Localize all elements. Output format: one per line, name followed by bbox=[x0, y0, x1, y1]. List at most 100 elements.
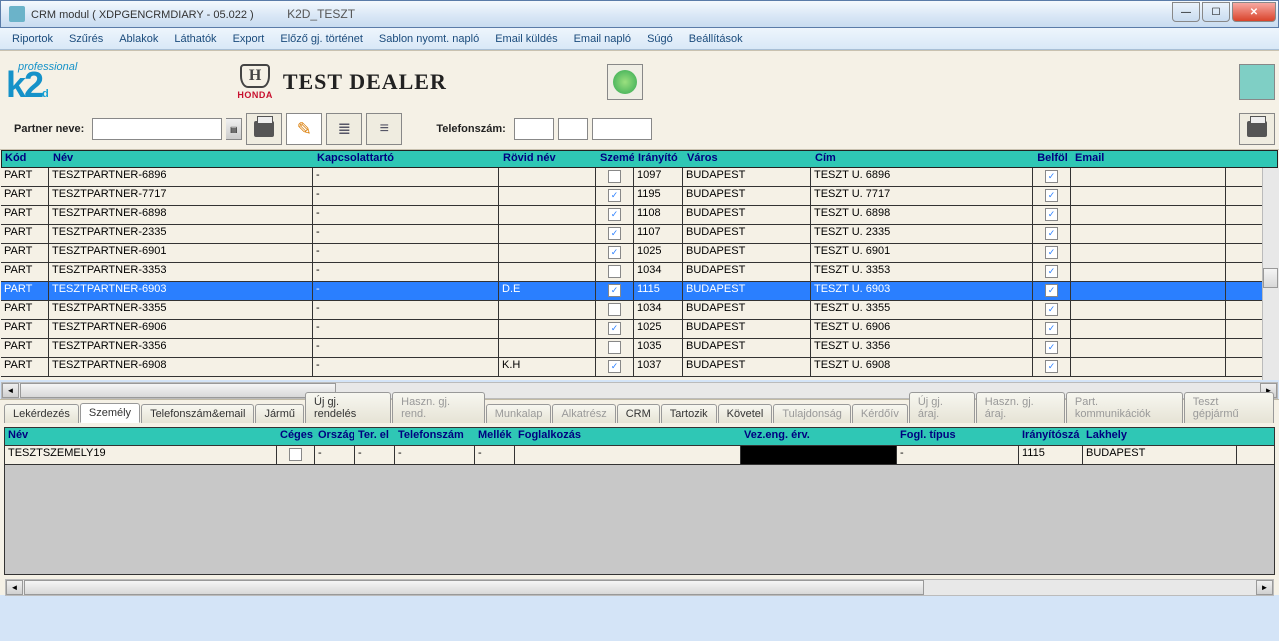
edit-button[interactable] bbox=[1239, 64, 1275, 100]
table-row[interactable]: PARTTESZTPARTNER-6896-1097BUDAPESTTESZT … bbox=[1, 168, 1278, 187]
menu-item-10[interactable]: Beállítások bbox=[681, 31, 751, 47]
telefon-input-3[interactable] bbox=[592, 118, 652, 140]
print-icon bbox=[254, 121, 274, 137]
col-kod[interactable]: Kód bbox=[2, 151, 50, 167]
tab-3[interactable]: Jármű bbox=[255, 404, 304, 423]
checkbox-icon[interactable] bbox=[608, 341, 621, 354]
filter-button-1[interactable]: ≣ bbox=[326, 113, 362, 145]
minimize-button[interactable]: — bbox=[1172, 2, 1200, 22]
tab-16: Teszt gépjármű bbox=[1184, 392, 1274, 423]
checkbox-icon[interactable]: ✓ bbox=[1045, 170, 1058, 183]
table-row[interactable]: PARTTESZTPARTNER-6898-✓1108BUDAPESTTESZT… bbox=[1, 206, 1278, 225]
table-row[interactable]: PARTTESZTPARTNER-6903-D.E✓1115BUDAPESTTE… bbox=[1, 282, 1278, 301]
checkbox-icon[interactable]: ✓ bbox=[1045, 360, 1058, 373]
tab-9[interactable]: Tartozik bbox=[661, 404, 717, 423]
horizontal-scrollbar-bottom[interactable]: ◄ ► bbox=[5, 579, 1274, 596]
telefon-input-2[interactable] bbox=[558, 118, 588, 140]
col-varos[interactable]: Város bbox=[684, 151, 812, 167]
checkbox-icon[interactable]: ✓ bbox=[1045, 246, 1058, 259]
checkbox-icon[interactable]: ✓ bbox=[1045, 284, 1058, 297]
checkbox-icon[interactable]: ✓ bbox=[608, 246, 621, 259]
dcol-foglalkozas[interactable]: Foglalkozás bbox=[515, 428, 741, 445]
tab-11: Tulajdonság bbox=[773, 404, 851, 423]
checkbox-icon[interactable]: ✓ bbox=[608, 322, 621, 335]
checkbox-icon[interactable]: ✓ bbox=[608, 284, 621, 297]
menu-item-8[interactable]: Email napló bbox=[566, 31, 639, 47]
dcol-telefon[interactable]: Telefonszám bbox=[395, 428, 475, 445]
checkbox-icon[interactable]: ✓ bbox=[608, 227, 621, 240]
tab-6: Munkalap bbox=[486, 404, 552, 423]
table-row[interactable]: PARTTESZTPARTNER-6901-✓1025BUDAPESTTESZT… bbox=[1, 244, 1278, 263]
menu-item-3[interactable]: Láthatók bbox=[166, 31, 224, 47]
partner-name-dropdown-icon[interactable]: ▤ bbox=[226, 118, 242, 140]
checkbox-icon[interactable]: ✓ bbox=[1045, 265, 1058, 278]
partner-name-input[interactable] bbox=[92, 118, 222, 140]
table-row[interactable]: PARTTESZTPARTNER-6906-✓1025BUDAPESTTESZT… bbox=[1, 320, 1278, 339]
print-button-1[interactable] bbox=[246, 113, 282, 145]
col-nev[interactable]: Név bbox=[50, 151, 314, 167]
print-button-2[interactable] bbox=[1239, 113, 1275, 145]
table-row[interactable]: PARTTESZTPARTNER-7717-✓1195BUDAPESTTESZT… bbox=[1, 187, 1278, 206]
col-szemely[interactable]: Szemé bbox=[597, 151, 635, 167]
checkbox-icon[interactable]: ✓ bbox=[1045, 341, 1058, 354]
checkbox-icon[interactable]: ✓ bbox=[1045, 227, 1058, 240]
menu-item-5[interactable]: Előző gj. történet bbox=[272, 31, 371, 47]
dcol-ter[interactable]: Ter. el bbox=[355, 428, 395, 445]
dcol-vezeng[interactable]: Vez.eng. érv. bbox=[741, 428, 897, 445]
checkbox-icon[interactable] bbox=[608, 303, 621, 316]
checkbox-icon[interactable]: ✓ bbox=[608, 189, 621, 202]
k2d-logo: professional k2d bbox=[6, 61, 77, 103]
menu-item-6[interactable]: Sablon nyomt. napló bbox=[371, 31, 487, 47]
checkbox-icon[interactable]: ✓ bbox=[608, 208, 621, 221]
col-iranyitoszam[interactable]: Irányító bbox=[635, 151, 684, 167]
col-rovid-nev[interactable]: Rövid név bbox=[500, 151, 597, 167]
checkbox-icon[interactable] bbox=[289, 448, 302, 461]
dcol-ceges[interactable]: Céges bbox=[277, 428, 315, 445]
tab-1[interactable]: Személy bbox=[80, 403, 140, 423]
checkbox-icon[interactable]: ✓ bbox=[1045, 303, 1058, 316]
table-row[interactable]: PARTTESZTPARTNER-3356-1035BUDAPESTTESZT … bbox=[1, 339, 1278, 358]
table-row[interactable]: PARTTESZTPARTNER-6908-K.H✓1037BUDAPESTTE… bbox=[1, 358, 1278, 377]
checkbox-icon[interactable] bbox=[608, 265, 621, 278]
checkbox-icon[interactable]: ✓ bbox=[608, 360, 621, 373]
menu-item-1[interactable]: Szűrés bbox=[61, 31, 111, 47]
tab-2[interactable]: Telefonszám&email bbox=[141, 404, 254, 423]
col-cim[interactable]: Cím bbox=[812, 151, 1034, 167]
dcol-orszag[interactable]: Ország bbox=[315, 428, 355, 445]
dcol-lakhely[interactable]: Lakhely bbox=[1083, 428, 1237, 445]
table-row[interactable]: PARTTESZTPARTNER-2335-✓1107BUDAPESTTESZT… bbox=[1, 225, 1278, 244]
col-kapcsolattarto[interactable]: Kapcsolattartó bbox=[314, 151, 500, 167]
dcol-nev[interactable]: Név bbox=[5, 428, 277, 445]
menu-item-2[interactable]: Ablakok bbox=[111, 31, 166, 47]
tab-10[interactable]: Követel bbox=[718, 404, 773, 423]
tab-8[interactable]: CRM bbox=[617, 404, 660, 423]
vertical-scrollbar[interactable] bbox=[1262, 168, 1279, 380]
dcol-fogl-tipus[interactable]: Fogl. típus bbox=[897, 428, 1019, 445]
menu-item-9[interactable]: Súgó bbox=[639, 31, 681, 47]
tab-0[interactable]: Lekérdezés bbox=[4, 404, 79, 423]
dealer-name: TEST DEALER bbox=[283, 69, 447, 95]
menubar: RiportokSzűrésAblakokLáthatókExportElőző… bbox=[0, 28, 1279, 50]
close-button[interactable]: ✕ bbox=[1232, 2, 1276, 22]
maximize-button[interactable]: ☐ bbox=[1202, 2, 1230, 22]
dcol-irsz[interactable]: Irányítószá bbox=[1019, 428, 1083, 445]
col-email[interactable]: Email bbox=[1072, 151, 1227, 167]
detail-header: Név Céges Ország Ter. el Telefonszám Mel… bbox=[5, 428, 1274, 446]
table-row[interactable]: PARTTESZTPARTNER-3355-1034BUDAPESTTESZT … bbox=[1, 301, 1278, 320]
detail-row[interactable]: TESZTSZEMELY19-----1115BUDAPEST bbox=[5, 446, 1274, 465]
menu-item-0[interactable]: Riportok bbox=[4, 31, 61, 47]
col-belfoldi[interactable]: Belföl bbox=[1034, 151, 1072, 167]
telefon-input-1[interactable] bbox=[514, 118, 554, 140]
dcol-mellek[interactable]: Mellék bbox=[475, 428, 515, 445]
filter-button-2[interactable]: ≡ bbox=[366, 113, 402, 145]
checkbox-icon[interactable]: ✓ bbox=[1045, 322, 1058, 335]
checkbox-icon[interactable]: ✓ bbox=[1045, 189, 1058, 202]
table-row[interactable]: PARTTESZTPARTNER-3353-1034BUDAPESTTESZT … bbox=[1, 263, 1278, 282]
menu-item-4[interactable]: Export bbox=[225, 31, 273, 47]
checkbox-icon[interactable] bbox=[608, 170, 621, 183]
menu-item-7[interactable]: Email küldés bbox=[487, 31, 565, 47]
globe-button[interactable] bbox=[607, 64, 643, 100]
checkbox-icon[interactable]: ✓ bbox=[1045, 208, 1058, 221]
tab-4[interactable]: Új gj. rendelés bbox=[305, 392, 391, 423]
clear-button[interactable]: ✎ bbox=[286, 113, 322, 145]
